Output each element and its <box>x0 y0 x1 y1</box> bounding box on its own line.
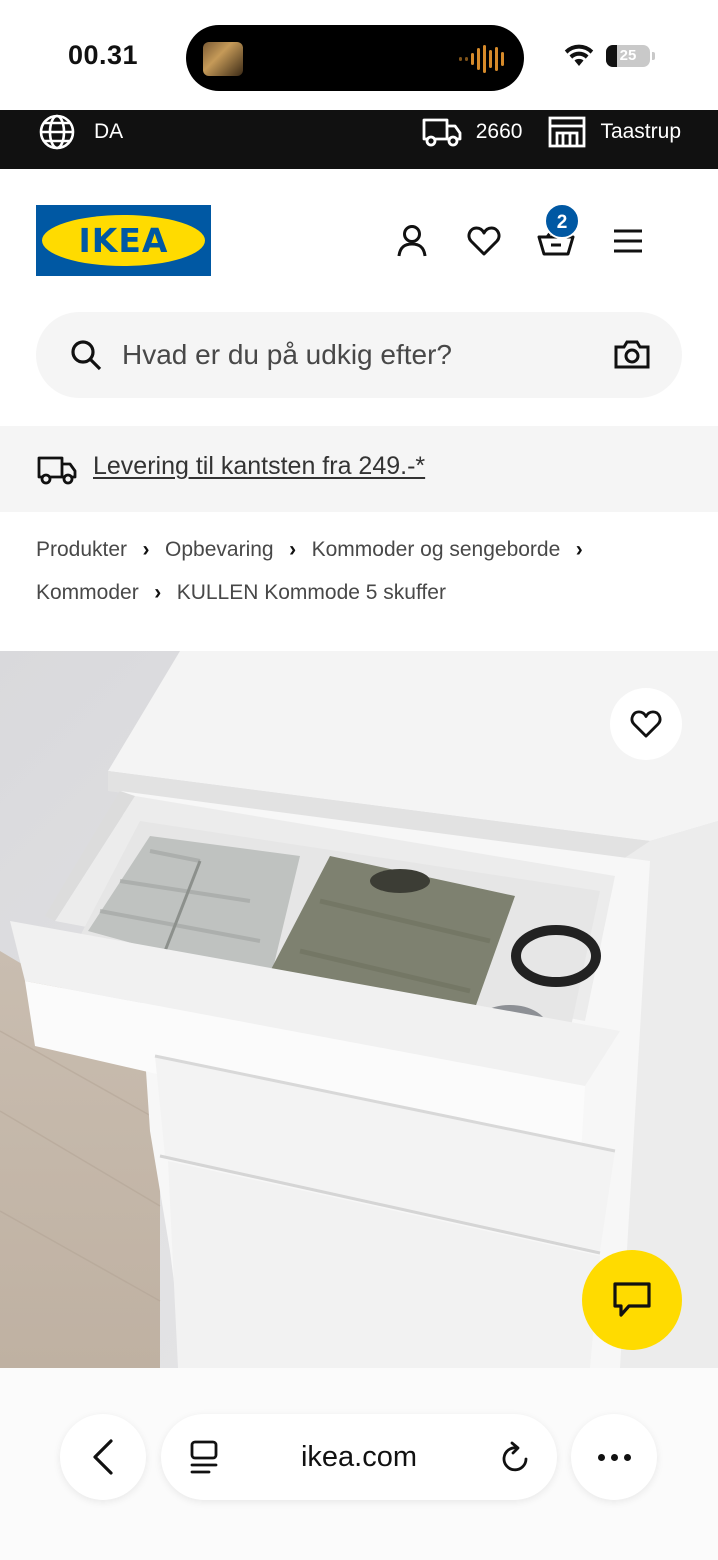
address-bar[interactable]: ikea.com <box>161 1414 557 1500</box>
back-button[interactable] <box>60 1414 146 1500</box>
postal-code-button[interactable]: 2660 <box>476 120 523 144</box>
url-text: ikea.com <box>300 1441 418 1473</box>
camera-icon[interactable] <box>614 338 650 370</box>
globe-icon <box>39 114 75 150</box>
dynamic-island[interactable] <box>186 25 524 91</box>
cart-button[interactable]: 2 <box>520 203 592 263</box>
chevron-right-icon: › <box>289 538 297 561</box>
menu-icon <box>614 229 642 253</box>
more-icon <box>597 1453 605 1461</box>
breadcrumb-current: KULLEN Kommode 5 skuffer <box>176 581 446 604</box>
status-indicators: 25 <box>564 44 655 68</box>
truck-icon <box>37 456 77 485</box>
account-button[interactable] <box>376 219 448 263</box>
logo-text: IKEA <box>78 221 169 260</box>
search-bar[interactable]: Hvad er du på udkig efter? <box>36 312 682 398</box>
truck-icon <box>422 118 462 147</box>
breadcrumb-item[interactable]: Kommoder og sengeborde <box>312 538 561 561</box>
chat-icon <box>613 1282 651 1317</box>
account-icon <box>397 225 427 257</box>
chevron-right-icon: › <box>142 538 150 561</box>
chat-button[interactable] <box>582 1250 682 1350</box>
header: IKEA 2 <box>0 169 718 305</box>
cart-count-badge: 2 <box>544 203 580 239</box>
language-label: DA <box>94 120 124 143</box>
save-to-favourites-button[interactable] <box>610 688 682 760</box>
now-playing-artwork <box>203 42 243 76</box>
header-actions: 2 <box>376 203 664 263</box>
search-input[interactable]: Hvad er du på udkig efter? <box>122 312 452 398</box>
back-icon <box>93 1439 113 1475</box>
store-icon <box>549 116 586 148</box>
more-button[interactable] <box>571 1414 657 1500</box>
top-bar: DA 2660 Taastrup <box>0 110 718 169</box>
delivery-link[interactable]: Levering til kantsten fra 249.-* <box>93 426 425 512</box>
ikea-logo[interactable]: IKEA <box>36 205 211 276</box>
breadcrumb-item[interactable]: Produkter <box>36 538 127 561</box>
breadcrumb-item[interactable]: Opbevaring <box>165 538 274 561</box>
search-icon <box>71 340 102 371</box>
battery-level: 25 <box>619 47 637 64</box>
chevron-right-icon: › <box>575 538 583 561</box>
language-selector[interactable]: DA <box>38 110 123 154</box>
delivery-banner: Levering til kantsten fra 249.-* <box>0 426 718 512</box>
favourites-button[interactable] <box>448 219 520 263</box>
location-info: 2660 Taastrup <box>422 110 681 154</box>
audio-waveform-icon <box>459 45 504 73</box>
breadcrumb-item[interactable]: Kommoder <box>36 581 139 604</box>
heart-icon <box>467 226 501 256</box>
browser-toolbar: ikea.com <box>0 1368 718 1560</box>
chevron-right-icon: › <box>154 581 162 604</box>
wifi-icon <box>564 44 594 66</box>
menu-button[interactable] <box>592 219 664 263</box>
heart-icon <box>630 710 662 738</box>
store-button[interactable]: Taastrup <box>600 120 681 144</box>
reload-icon[interactable] <box>499 1440 531 1474</box>
breadcrumb: Produkter › Opbevaring › Kommoder og sengebo… <box>36 528 686 614</box>
status-bar: 00.31 25 <box>0 0 718 110</box>
page: 00.31 25 DA 2660 Taastrup IKEA 2 Hvad er… <box>0 0 718 1560</box>
battery-icon: 25 <box>606 45 655 67</box>
status-time: 00.31 <box>68 40 139 70</box>
